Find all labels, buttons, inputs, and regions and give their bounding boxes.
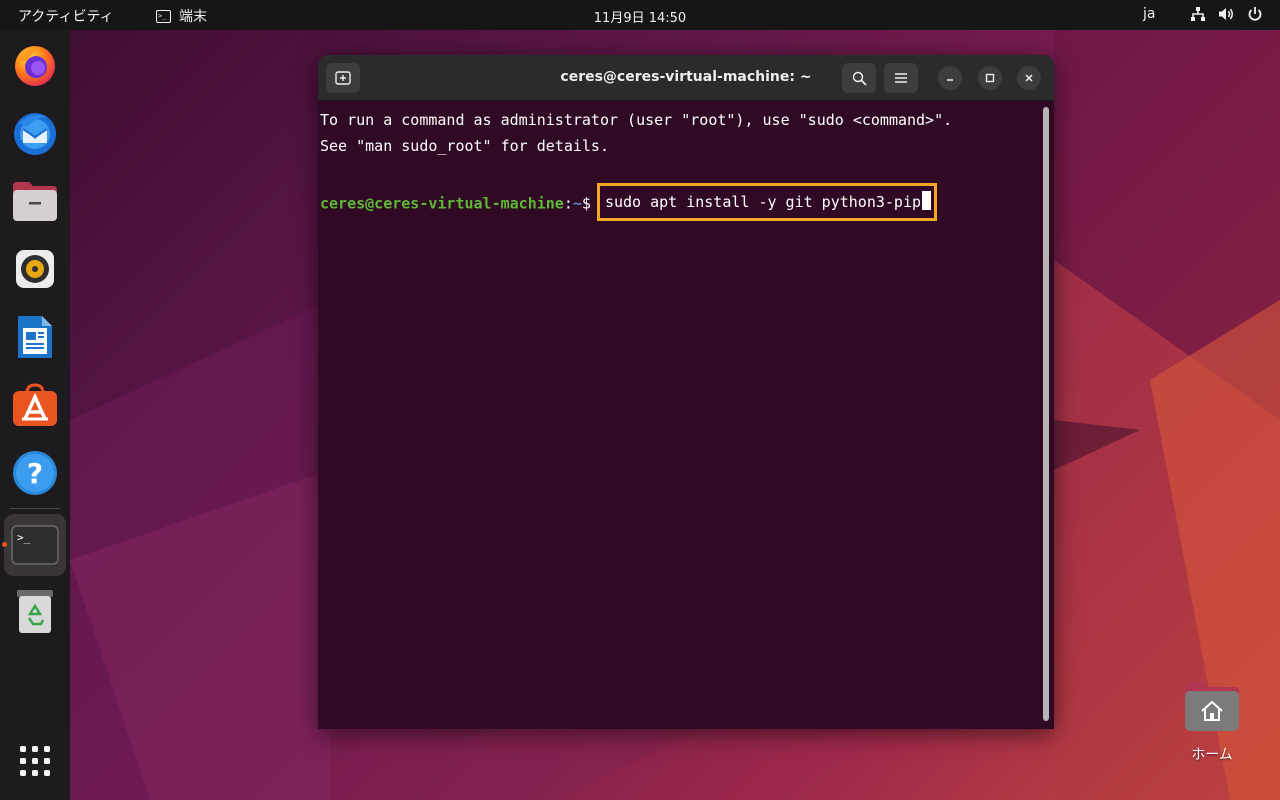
power-icon [1248, 7, 1262, 21]
search-button[interactable] [842, 63, 876, 93]
menu-button[interactable] [884, 63, 918, 93]
dock-item-files[interactable] [6, 172, 64, 230]
clock[interactable]: 11月9日 14:50 [594, 11, 686, 26]
svg-text:>_: >_ [17, 531, 31, 544]
terminal-icon: >_ [156, 9, 171, 23]
close-button[interactable] [1017, 66, 1041, 90]
terminal-line: See "man sudo_root" for details. [320, 137, 609, 155]
hamburger-menu-icon [895, 73, 907, 83]
minimize-icon [947, 79, 953, 81]
dock-item-help[interactable]: ? [6, 444, 64, 502]
home-folder-label: ホーム [1191, 747, 1233, 763]
dock-item-terminal[interactable]: >_ [4, 514, 66, 576]
running-indicator [2, 542, 7, 547]
terminal-line: To run a command as administrator (user … [320, 111, 953, 129]
prompt-line: ceres@ceres-virtual-machine:~$ sudo apt i… [320, 183, 1038, 221]
dock-item-trash[interactable] [6, 582, 64, 640]
app-menu-button[interactable]: >_ 端末 [156, 6, 207, 26]
terminal-scrollbar[interactable] [1043, 107, 1049, 721]
app-grid-icon [20, 746, 50, 776]
new-tab-icon [335, 71, 351, 85]
terminal-output[interactable]: To run a command as administrator (user … [320, 107, 1038, 221]
dock: ? >_ [0, 30, 70, 800]
thunderbird-icon [14, 113, 56, 155]
files-icon [13, 182, 57, 221]
show-apps-button[interactable] [6, 732, 64, 790]
prompt-path: ~ [572, 194, 582, 213]
search-icon [852, 71, 867, 86]
trash-icon [17, 590, 53, 633]
maximize-icon [985, 73, 995, 83]
app-menu-label: 端末 [179, 9, 207, 25]
input-language-indicator[interactable]: ja [1143, 6, 1155, 22]
top-bar: アクティビティ >_ 端末 11月9日 14:50 ja [0, 0, 1280, 30]
volume-icon [1219, 8, 1233, 20]
dock-item-firefox[interactable] [6, 36, 64, 94]
command-highlight-box: sudo apt install -y git python3-pip [596, 183, 938, 221]
dock-separator [10, 508, 60, 509]
terminal-icon: >_ [11, 525, 59, 565]
help-icon: ? [13, 451, 57, 495]
activities-button[interactable]: アクティビティ [18, 6, 114, 26]
prompt-colon: : [563, 194, 573, 213]
minimize-button[interactable] [938, 66, 962, 90]
firefox-icon [15, 46, 55, 86]
command-input[interactable]: sudo apt install -y git python3-pip [605, 193, 921, 211]
prompt-user-host: ceres@ceres-virtual-machine [320, 194, 564, 213]
prompt-dollar: $ [581, 194, 591, 213]
dock-item-rhythmbox[interactable] [6, 240, 64, 298]
window-title: ceres@ceres-virtual-machine: ~ [560, 69, 812, 85]
new-tab-button[interactable] [326, 63, 360, 93]
maximize-button[interactable] [978, 66, 1002, 90]
desktop-home-folder[interactable]: ホーム [1170, 680, 1254, 764]
window-titlebar[interactable]: ceres@ceres-virtual-machine: ~ [318, 55, 1054, 101]
svg-text:?: ? [27, 457, 43, 490]
terminal-window: ceres@ceres-virtual-machine: ~ To run a … [318, 55, 1054, 729]
close-icon [1025, 74, 1033, 82]
network-icon [1191, 7, 1205, 21]
dock-item-app-center[interactable] [6, 376, 64, 434]
text-cursor [922, 191, 932, 210]
rhythmbox-icon [16, 250, 54, 288]
app-center-icon [13, 383, 57, 426]
dock-item-libreoffice-writer[interactable] [6, 308, 64, 366]
dock-item-thunderbird[interactable] [6, 104, 64, 162]
system-tray[interactable] [1190, 6, 1263, 22]
writer-icon [18, 316, 52, 358]
home-folder-icon [1185, 682, 1239, 731]
